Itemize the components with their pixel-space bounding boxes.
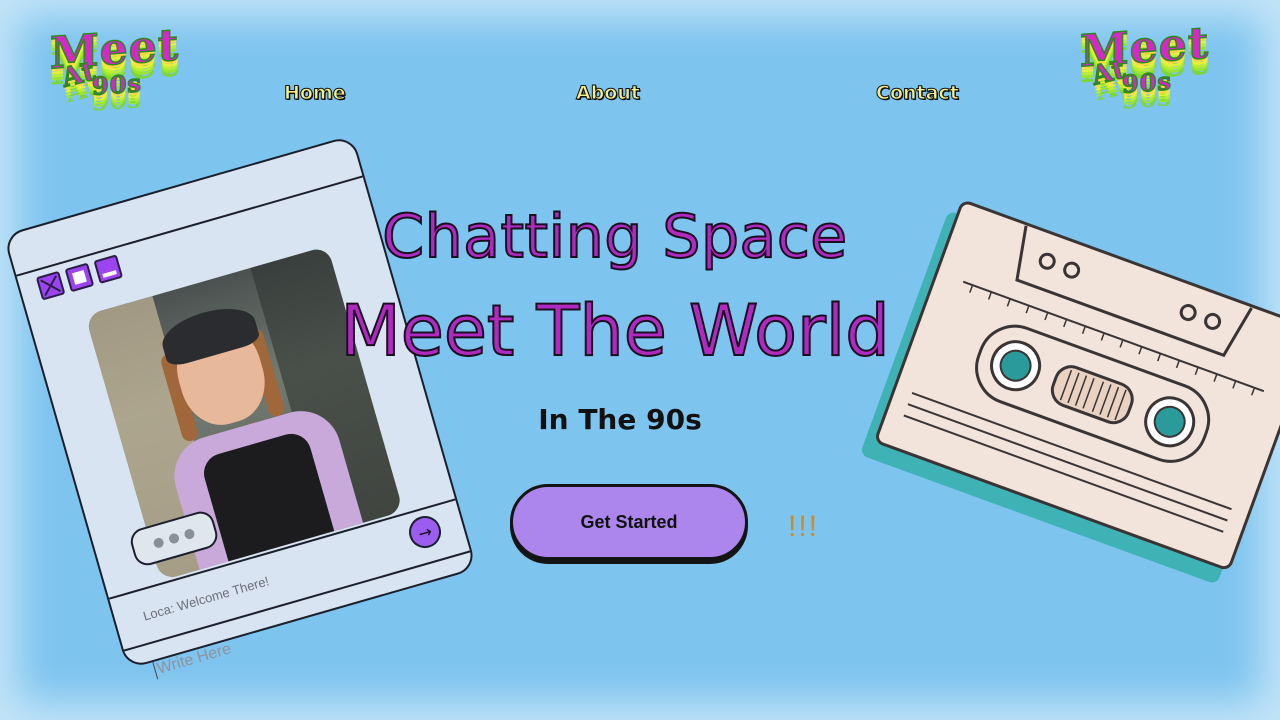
maximize-window-icon[interactable] <box>64 262 95 293</box>
typing-dots-icon <box>152 527 196 550</box>
logo-word-90s: 90s <box>1121 66 1172 100</box>
logo-word-90s: 90s <box>91 68 142 102</box>
logo-right: Meet At 90s <box>1070 17 1250 162</box>
nav-contact-link[interactable]: Contact <box>876 82 960 105</box>
nav-about-link[interactable]: About <box>576 82 641 105</box>
get-started-button[interactable]: Get Started <box>510 484 748 560</box>
close-window-icon[interactable] <box>35 270 66 301</box>
nav-home-link[interactable]: Home <box>284 82 347 105</box>
hero-title-line1: Chatting Space <box>381 201 848 273</box>
exclamation-marks: !!! <box>788 510 820 543</box>
send-button[interactable]: → <box>405 512 445 552</box>
hero-subtitle: In The 90s <box>538 403 702 436</box>
minimize-window-icon[interactable] <box>93 254 124 285</box>
arrow-right-icon: → <box>415 521 435 544</box>
chat-message: Loca: Welcome There! <box>141 573 271 624</box>
logo-left[interactable]: Meet At 90s <box>40 19 220 164</box>
hero-title-line2: Meet The World <box>339 289 890 373</box>
